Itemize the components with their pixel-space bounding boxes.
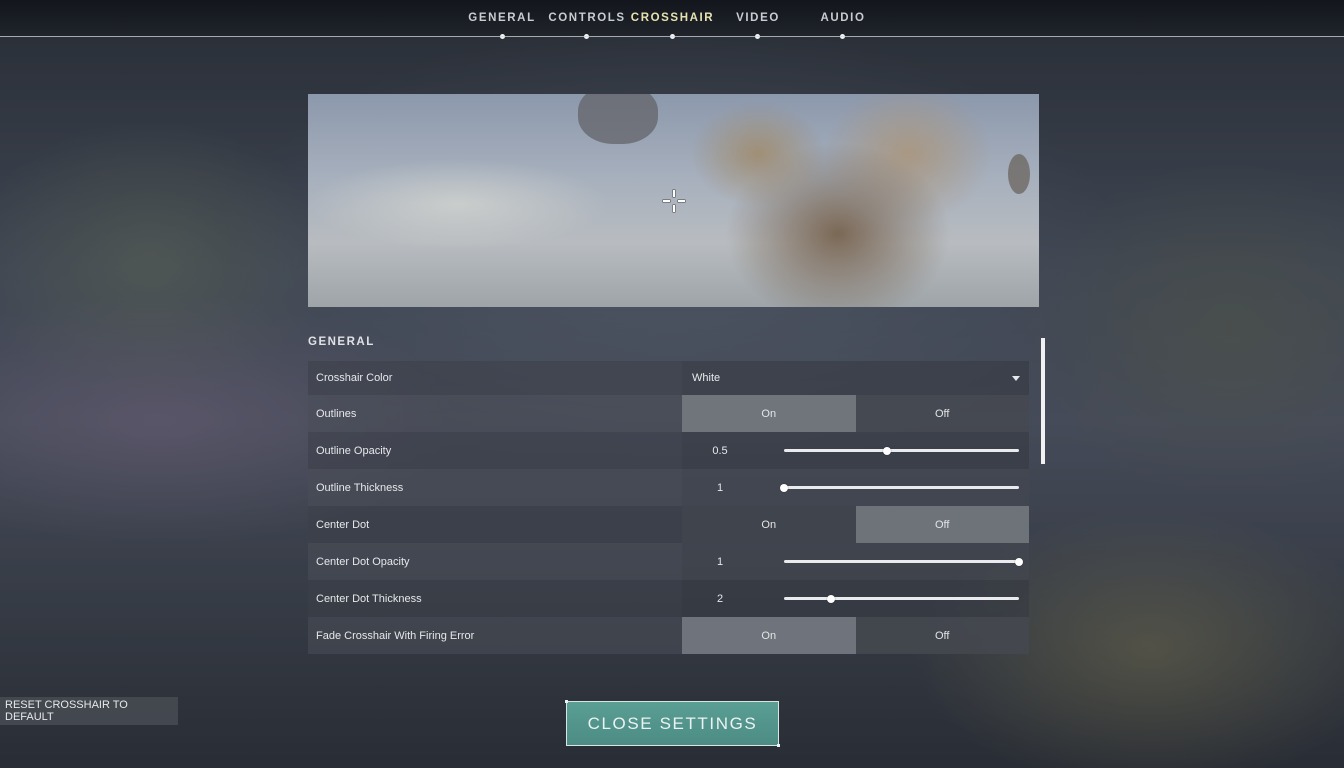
outlines-toggle: On Off <box>682 395 1029 432</box>
tab-crosshair[interactable]: CROSSHAIR <box>631 0 713 39</box>
outlines-off-button[interactable]: Off <box>855 395 1029 432</box>
slider-thumb[interactable] <box>1015 557 1023 566</box>
center-dot-on-button[interactable]: On <box>682 506 856 543</box>
settings-list: Crosshair Color White Outlines On Off Ou… <box>308 361 1029 654</box>
center-dot-opacity-slider[interactable] <box>784 557 1023 566</box>
slider-thumb[interactable] <box>780 483 788 492</box>
setting-label: Outline Thickness <box>308 469 682 506</box>
crosshair-color-dropdown[interactable]: White <box>682 361 1029 395</box>
preview-rock <box>1008 154 1030 194</box>
fade-crosshair-off-button[interactable]: Off <box>855 617 1029 654</box>
setting-center-dot-opacity: Center Dot Opacity 1 <box>308 543 1029 580</box>
slider-thumb[interactable] <box>827 594 835 603</box>
setting-label: Center Dot Thickness <box>308 580 682 617</box>
crosshair-icon <box>663 190 685 212</box>
top-nav: GENERAL CONTROLS CROSSHAIR VIDEO AUDIO <box>0 0 1344 39</box>
fade-crosshair-on-button[interactable]: On <box>682 617 856 654</box>
outline-thickness-slider[interactable] <box>780 483 1019 492</box>
tab-video[interactable]: VIDEO <box>736 0 780 39</box>
section-title: GENERAL <box>308 336 375 348</box>
close-settings-label: CLOSE SETTINGS <box>587 713 758 733</box>
setting-label: Center Dot <box>308 506 682 543</box>
tab-audio[interactable]: AUDIO <box>820 0 866 39</box>
reset-crosshair-button[interactable]: RESET CROSSHAIR TO DEFAULT <box>0 697 178 725</box>
preview-rock <box>578 94 658 144</box>
close-settings-button[interactable]: CLOSE SETTINGS <box>565 700 780 747</box>
outline-opacity-slider[interactable] <box>784 446 1019 455</box>
tab-controls[interactable]: CONTROLS <box>548 0 624 39</box>
slider-value[interactable]: 0.5 <box>682 445 758 457</box>
tab-video-label: VIDEO <box>736 12 780 24</box>
slider-thumb[interactable] <box>883 446 892 455</box>
tab-audio-label: AUDIO <box>820 12 866 24</box>
crosshair-preview <box>308 94 1039 307</box>
tab-controls-label: CONTROLS <box>548 12 626 24</box>
setting-label: Crosshair Color <box>308 361 682 395</box>
chevron-down-icon <box>1012 375 1020 381</box>
tab-crosshair-label: CROSSHAIR <box>630 12 715 24</box>
center-dot-off-button[interactable]: Off <box>855 506 1029 543</box>
tab-general-label: GENERAL <box>468 12 536 24</box>
setting-label: Outline Opacity <box>308 432 682 469</box>
slider-value[interactable]: 1 <box>682 482 758 494</box>
setting-label: Center Dot Opacity <box>308 543 682 580</box>
outlines-on-button[interactable]: On <box>682 395 856 432</box>
center-dot-toggle: On Off <box>682 506 1029 543</box>
tab-general[interactable]: GENERAL <box>468 0 534 39</box>
slider-value[interactable]: 2 <box>682 593 758 605</box>
settings-scrollbar[interactable] <box>1041 338 1045 464</box>
setting-label: Fade Crosshair With Firing Error <box>308 617 682 654</box>
setting-outline-opacity: Outline Opacity 0.5 <box>308 432 1029 469</box>
dropdown-value: White <box>692 372 721 384</box>
setting-outlines: Outlines On Off <box>308 395 1029 432</box>
setting-center-dot: Center Dot On Off <box>308 506 1029 543</box>
center-dot-thickness-slider[interactable] <box>784 594 1019 603</box>
setting-fade-crosshair: Fade Crosshair With Firing Error On Off <box>308 617 1029 654</box>
setting-label: Outlines <box>308 395 682 432</box>
setting-crosshair-color: Crosshair Color White <box>308 361 1029 395</box>
setting-center-dot-thickness: Center Dot Thickness 2 <box>308 580 1029 617</box>
fade-crosshair-toggle: On Off <box>682 617 1029 654</box>
slider-value[interactable]: 1 <box>682 556 758 568</box>
setting-outline-thickness: Outline Thickness 1 <box>308 469 1029 506</box>
nav-divider <box>0 36 1344 37</box>
